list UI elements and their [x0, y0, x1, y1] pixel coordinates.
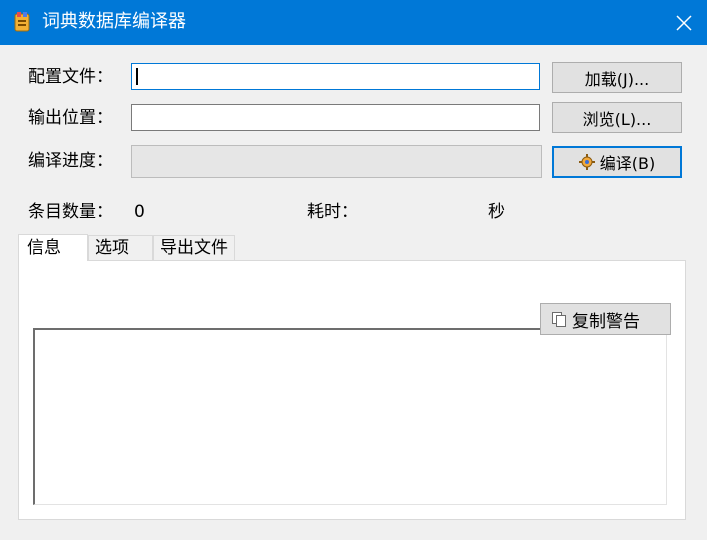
compile-progress-label: 编译进度： [28, 151, 113, 171]
config-file-input[interactable] [131, 63, 540, 90]
copy-icon [551, 311, 567, 327]
load-button-label: 加载(J)... [584, 69, 650, 89]
warnings-list[interactable] [33, 328, 667, 505]
close-icon [676, 14, 692, 31]
output-location-label: 输出位置： [28, 108, 113, 128]
window-title: 词典数据库编译器 [42, 11, 186, 32]
compile-progress-bar [131, 145, 542, 178]
compile-button[interactable]: 编译(B) [552, 146, 682, 178]
info-tab-panel: 复制警告 [18, 260, 686, 520]
tab-export-files-label: 导出文件 [160, 238, 228, 258]
compile-icon [578, 154, 595, 170]
compile-button-label: 编译(B) [599, 154, 656, 173]
tab-info[interactable]: 信息 [18, 234, 88, 261]
load-button[interactable]: 加载(J)... [552, 62, 682, 93]
output-location-input[interactable] [131, 104, 540, 131]
copy-warnings-button[interactable]: 复制警告 [540, 303, 671, 335]
entry-count-label: 条目数量： [28, 202, 113, 222]
close-button[interactable] [661, 0, 707, 45]
config-file-label: 配置文件： [28, 67, 113, 87]
copy-warnings-label: 复制警告 [572, 311, 640, 332]
tab-export-files[interactable]: 导出文件 [153, 235, 235, 261]
elapsed-time-label: 耗时： [307, 202, 358, 222]
browse-button-label: 浏览(L)... [582, 109, 652, 129]
text-caret [136, 68, 138, 85]
tab-options[interactable]: 选项 [88, 235, 153, 261]
client-area: 配置文件： 加载(J)... 输出位置： 浏览(L)... 编译进度： 编译(B… [0, 45, 707, 540]
browse-button[interactable]: 浏览(L)... [552, 102, 682, 133]
tab-info-label: 信息 [27, 238, 61, 258]
app-icon [12, 11, 32, 33]
elapsed-time-unit: 秒 [488, 202, 505, 222]
tab-options-label: 选项 [95, 238, 129, 258]
entry-count-value: 0 [134, 202, 145, 222]
title-bar: 词典数据库编译器 [0, 0, 707, 45]
